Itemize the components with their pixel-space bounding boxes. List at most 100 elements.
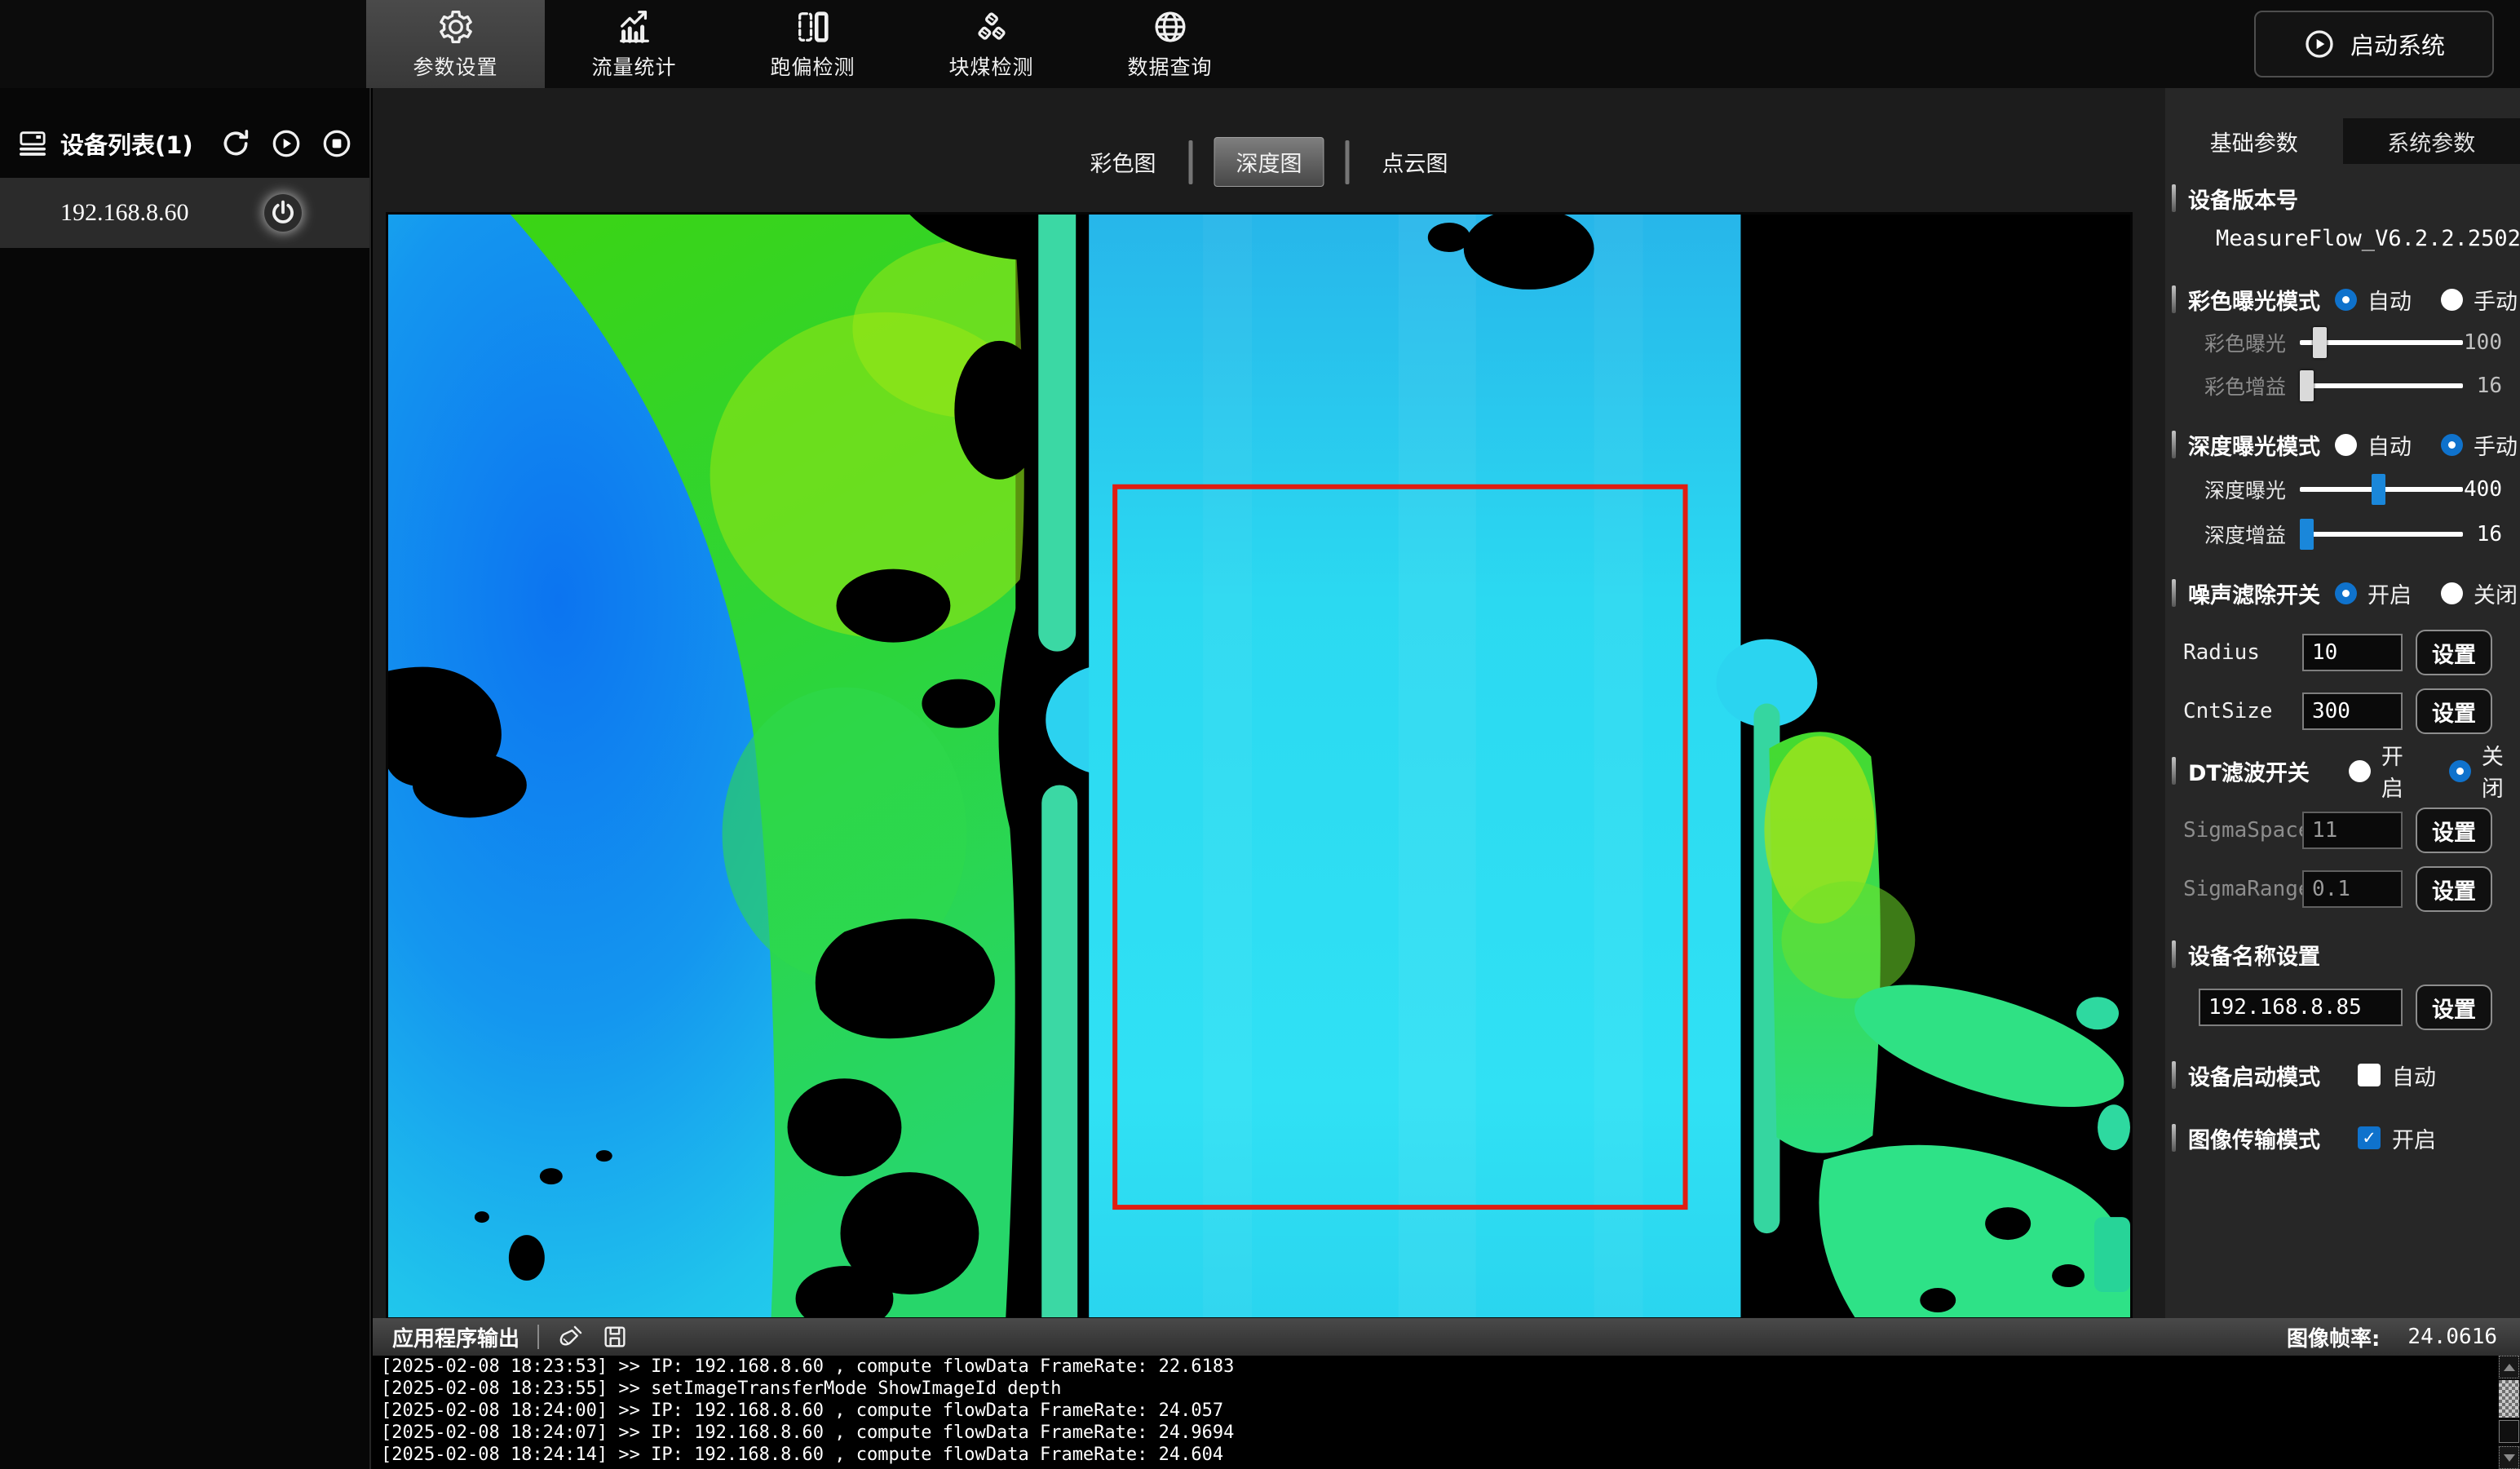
color-exposure-slider-handle[interactable]	[2313, 327, 2327, 358]
device-row[interactable]: 192.168.8.60	[0, 178, 369, 248]
frame-rate-group: 图像帧率: 24.0616	[2287, 1322, 2497, 1352]
log-output-panel[interactable]: [2025-02-08 18:23:53] >> IP: 192.168.8.6…	[373, 1356, 2520, 1469]
depth-gain-value: 16	[2463, 522, 2502, 546]
scrollbar-down-button[interactable]	[2499, 1446, 2519, 1469]
depth-map-image[interactable]	[386, 212, 2133, 1320]
noise-filter-off-label: 关闭	[2474, 577, 2518, 609]
coal-icon	[973, 8, 1010, 46]
color-exposure-slider-row: 彩色曝光 100	[2165, 328, 2520, 357]
depth-exposure-manual-radio[interactable]	[2441, 434, 2463, 456]
device-power-button[interactable]	[264, 194, 302, 232]
device-start-mode-row: 设备启动模式 自动	[2165, 1060, 2520, 1090]
radius-set-button[interactable]: 设置	[2416, 630, 2492, 675]
stop-all-icon[interactable]	[321, 127, 353, 160]
toolbar-tab-parameter-settings[interactable]: 参数设置	[366, 0, 545, 88]
depth-exposure-slider[interactable]	[2300, 487, 2463, 492]
sigmaspace-input[interactable]	[2302, 812, 2403, 849]
play-all-icon[interactable]	[270, 127, 303, 160]
refresh-icon[interactable]	[219, 127, 252, 160]
toolbar-tab-deviation-detection[interactable]: 跑偏检测	[723, 0, 902, 88]
depth-exposure-slider-handle[interactable]	[2372, 474, 2385, 505]
sigmaspace-row: SigmaSpace 设置	[2165, 808, 2520, 853]
device-name-row: 设置	[2165, 984, 2520, 1030]
deviation-icon	[794, 8, 832, 46]
depth-gain-slider-handle[interactable]	[2300, 519, 2314, 550]
section-accent-bar	[2172, 285, 2176, 313]
toolbar-spacer	[0, 0, 366, 88]
cntsize-input[interactable]	[2302, 692, 2403, 730]
color-gain-label: 彩色增益	[2165, 371, 2286, 400]
device-name-input[interactable]	[2199, 989, 2403, 1026]
section-accent-bar	[2172, 184, 2176, 212]
noise-filter-row: 噪声滤除开关 开启 关闭	[2165, 578, 2520, 608]
sigmaspace-set-button[interactable]: 设置	[2416, 808, 2492, 853]
radius-input[interactable]	[2302, 634, 2403, 671]
color-gain-slider-handle[interactable]	[2300, 370, 2314, 401]
save-log-icon[interactable]	[601, 1323, 629, 1351]
depth-exposure-value: 400	[2463, 477, 2502, 502]
toolbar-tab-data-query[interactable]: 数据查询	[1081, 0, 1259, 88]
color-exposure-slider[interactable]	[2300, 340, 2463, 345]
toolbar-tab-label: 数据查询	[1127, 51, 1212, 81]
sigmarange-input[interactable]	[2302, 870, 2403, 908]
color-gain-slider[interactable]	[2300, 383, 2463, 388]
image-transfer-mode-option: 开启	[2392, 1122, 2436, 1154]
noise-filter-on-radio[interactable]	[2335, 582, 2357, 604]
parameter-panel: 基础参数 系统参数 设备版本号 MeasureFlow_V6.2.2.25020…	[2165, 88, 2520, 1318]
device-start-mode-option: 自动	[2392, 1060, 2436, 1091]
cntsize-set-button[interactable]: 设置	[2416, 688, 2492, 734]
device-version-row: MeasureFlow_V6.2.2.250207	[2165, 223, 2520, 253]
toolbar-tab-coal-detection[interactable]: 块煤检测	[902, 0, 1081, 88]
device-list-title: 设备列表(1)	[60, 126, 193, 161]
main-toolbar: 参数设置 流量统计 跑偏检测 块煤检测	[0, 0, 2520, 88]
tab-system-parameters[interactable]: 系统参数	[2343, 118, 2520, 164]
image-transfer-mode-row: 图像传输模式 开启	[2165, 1123, 2520, 1153]
globe-icon	[1152, 8, 1189, 46]
depth-gain-slider[interactable]	[2300, 532, 2463, 537]
device-start-mode-label: 设备启动模式	[2188, 1060, 2358, 1091]
device-start-mode-checkbox[interactable]	[2358, 1064, 2381, 1086]
device-ip: 192.168.8.60	[60, 199, 189, 227]
scrollbar-up-button[interactable]	[2499, 1356, 2519, 1378]
status-divider	[537, 1325, 539, 1349]
color-exposure-manual-radio[interactable]	[2441, 289, 2463, 311]
log-line: [2025-02-08 18:23:55] >> setImageTransfe…	[373, 1378, 2520, 1400]
tab-basic-parameters[interactable]: 基础参数	[2165, 118, 2343, 164]
toolbar-tab-flow-statistics[interactable]: 流量统计	[545, 0, 723, 88]
sigmarange-label: SigmaRange	[2183, 877, 2302, 901]
color-exposure-auto-radio[interactable]	[2335, 289, 2357, 311]
play-circle-icon	[2303, 28, 2336, 60]
depth-gain-label: 深度增益	[2165, 520, 2286, 549]
device-name-set-button[interactable]: 设置	[2416, 984, 2492, 1030]
scrollbar-thumb[interactable]	[2499, 1380, 2519, 1418]
down-arrow-icon	[2504, 1454, 2515, 1462]
frame-rate-value: 24.0616	[2407, 1325, 2497, 1349]
device-list-actions	[219, 127, 353, 160]
frame-rate-label: 图像帧率:	[2287, 1322, 2380, 1352]
tab-point-cloud[interactable]: 点云图	[1371, 138, 1460, 186]
up-arrow-icon	[2504, 1364, 2515, 1371]
gear-icon	[437, 8, 475, 46]
tab-color-image[interactable]: 彩色图	[1079, 138, 1168, 186]
parameter-panel-tabs: 基础参数 系统参数	[2165, 118, 2520, 164]
depth-exposure-mode-label: 深度曝光模式	[2188, 429, 2320, 461]
tab-depth-image[interactable]: 深度图	[1214, 137, 1324, 187]
dt-filter-off-label: 关闭	[2482, 739, 2520, 803]
dt-filter-off-radio[interactable]	[2449, 760, 2471, 782]
clear-log-icon[interactable]	[557, 1323, 585, 1351]
depth-exposure-auto-radio[interactable]	[2335, 434, 2357, 456]
start-system-button[interactable]: 启动系统	[2254, 11, 2494, 77]
toolbar-tab-label: 流量统计	[591, 51, 676, 81]
noise-filter-off-radio[interactable]	[2441, 582, 2463, 604]
color-exposure-manual-label: 手动	[2474, 284, 2518, 316]
viewer-area: 彩色图 深度图 点云图	[373, 88, 2165, 1318]
section-accent-bar	[2172, 757, 2176, 785]
device-list-header: 设备列表(1)	[0, 109, 369, 178]
log-scrollbar[interactable]	[2498, 1356, 2520, 1469]
sigmarange-row: SigmaRange 设置	[2165, 866, 2520, 912]
image-transfer-mode-checkbox[interactable]	[2358, 1126, 2381, 1149]
dt-filter-on-radio[interactable]	[2349, 760, 2371, 782]
tab-divider	[1346, 140, 1350, 184]
sigmarange-set-button[interactable]: 设置	[2416, 866, 2492, 912]
color-exposure-label: 彩色曝光	[2165, 328, 2286, 357]
